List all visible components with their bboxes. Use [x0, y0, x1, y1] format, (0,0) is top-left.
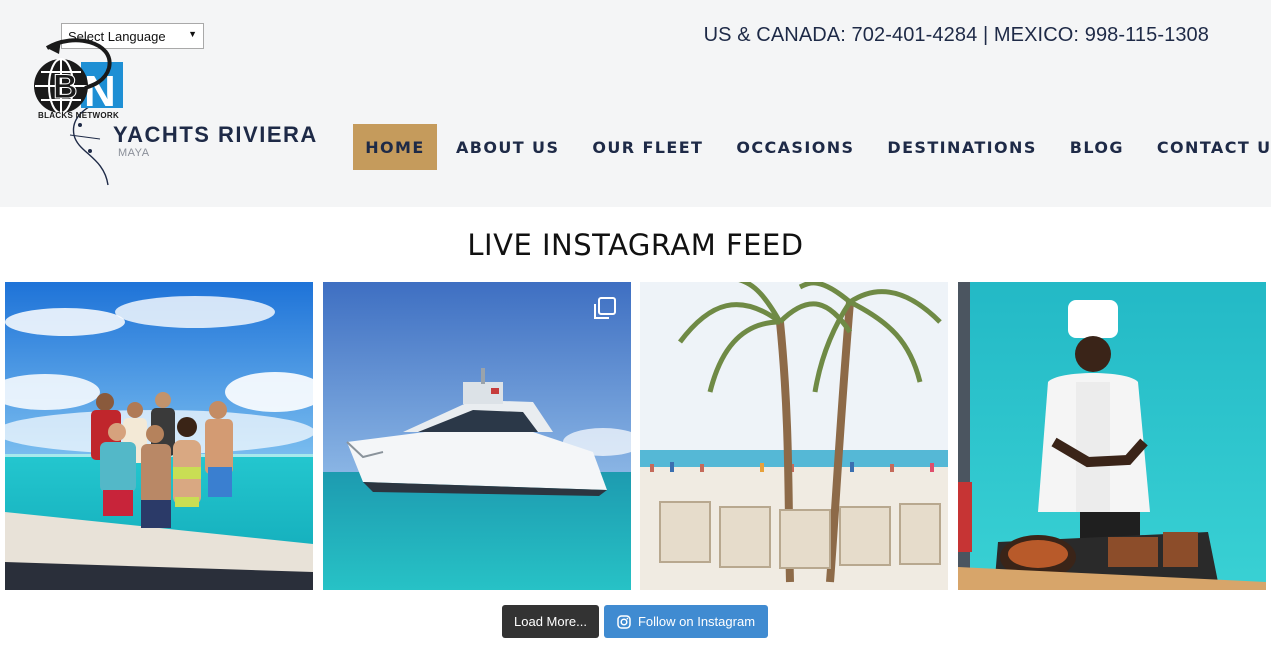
nav-item-about-us[interactable]: ABOUT US: [456, 124, 559, 170]
brand-name[interactable]: YACHTS RIVIERA: [113, 122, 318, 148]
follow-on-instagram-button[interactable]: Follow on Instagram: [604, 605, 768, 638]
main-nav: HOME ABOUT US OUR FLEET OCCASIONS DESTIN…: [353, 124, 1271, 170]
site-header: Select Language ▼ US & CANADA: 702-401-4…: [0, 0, 1271, 207]
feed-title: LIVE INSTAGRAM FEED: [467, 228, 804, 262]
instagram-post-chef-grilling[interactable]: [958, 282, 1266, 590]
instagram-post-group-on-yacht[interactable]: [5, 282, 313, 590]
nav-item-blog[interactable]: BLOG: [1070, 124, 1124, 170]
post-image: [958, 282, 1266, 590]
nav-item-our-fleet[interactable]: OUR FLEET: [592, 124, 703, 170]
instagram-icon: [617, 614, 631, 629]
load-more-button[interactable]: Load More...: [502, 605, 599, 638]
svg-text:B: B: [53, 68, 78, 106]
brand-subtitle: MAYA: [118, 147, 150, 159]
instagram-post-beach-palms[interactable]: [640, 282, 948, 590]
nav-item-destinations[interactable]: DESTINATIONS: [887, 124, 1036, 170]
logo-badge-text: BLACKS NETWORK: [38, 111, 120, 120]
svg-text:N: N: [84, 67, 116, 116]
phone-numbers: US & CANADA: 702-401-4284 | MEXICO: 998-…: [703, 24, 1209, 46]
post-image: [640, 282, 948, 590]
instagram-post-yacht-at-sea[interactable]: [323, 282, 631, 590]
follow-button-label: Follow on Instagram: [637, 614, 756, 629]
dropdown-arrow-icon: ▼: [188, 29, 197, 39]
nav-item-home[interactable]: HOME: [353, 124, 437, 170]
nav-item-occasions[interactable]: OCCASIONS: [736, 124, 854, 170]
nav-item-contact-us[interactable]: CONTACT US: [1157, 124, 1271, 170]
post-image: [5, 282, 313, 590]
post-image: [323, 282, 631, 590]
